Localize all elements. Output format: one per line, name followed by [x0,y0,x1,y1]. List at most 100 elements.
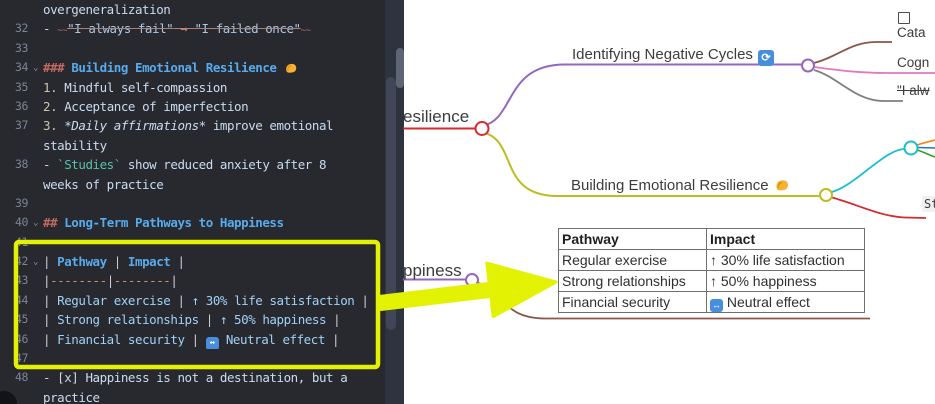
code-segment: ~~ [301,26,311,36]
editor-line[interactable]: overgeneralization [0,0,385,19]
fold-chevron-icon[interactable]: ⌄ [28,252,43,271]
code-text[interactable] [43,39,385,58]
editor-line[interactable]: 43 |--------|--------| [0,271,385,290]
code-text[interactable] [43,194,385,213]
line-number [0,175,28,194]
code-segment: | [107,254,128,269]
code-segment: - [43,21,57,36]
fold-gutter [28,233,43,252]
editor-line[interactable]: 45| Strong relationships | ↑ 50% happine… [0,310,385,329]
node-building-emotional-resilience[interactable]: Building Emotional Resilience [571,177,790,194]
task-checkbox[interactable] [898,12,910,24]
code-text[interactable]: | Financial security | ↔ Neutral effect … [43,330,385,349]
line-number: 40 [0,213,28,232]
code-text[interactable]: ### Building Emotional Resilience [43,58,385,77]
fold-gutter [28,39,43,58]
left-right-arrow-emoji: ↔ [206,337,219,349]
code-segment: Strong relationships [57,312,199,327]
code-text[interactable]: 3. *Daily affirmations* improve emotiona… [43,116,385,135]
node-catastrophizing-clipped[interactable]: Cata [897,25,926,40]
fold-gutter [28,0,43,19]
table-cell: Financial security [559,292,707,313]
editor-line[interactable]: 46 | Financial security | ↔ Neutral effec… [0,330,385,349]
editor-line[interactable]: stability [0,136,385,155]
editor-line[interactable]: 42⌄| Pathway | Impact | [0,252,385,271]
table-cell: ↑ 50% happiness [707,271,865,292]
repeat-arrows-emoji: ⟳ [758,50,774,66]
code-segment: | [43,312,57,327]
editor-line[interactable]: 47 [0,349,385,368]
code-text[interactable]: | Pathway | Impact | [43,252,385,271]
fold-gutter [28,368,43,387]
editor-scrollbar-thumb[interactable] [386,77,396,330]
code-text[interactable]: - `Studies` show reduced anxiety after 8 [43,155,385,174]
code-segment: - [x] [43,370,85,385]
line-number: 32 [0,19,28,38]
line-number: 37 [0,116,28,135]
code-segment: "I always fail" [67,21,173,36]
node-identifying-negative-cycles[interactable]: Identifying Negative Cycles ⟳ [572,46,774,66]
code-segment: ↑ 30% life satisfaction [192,293,355,308]
editor-line[interactable]: 36 2. Acceptance of imperfection [0,97,385,116]
code-text[interactable]: 1. Mindful self-compassion [43,78,385,97]
editor-line[interactable]: 351. Mindful self-compassion [0,78,385,97]
code-text[interactable]: ## Long-Term Pathways to Happiness [43,213,385,232]
preview-scrollbar-thumb[interactable] [396,48,404,88]
code-text[interactable]: 2. Acceptance of imperfection [43,97,385,116]
code-segment: | [43,254,57,269]
editor-line[interactable]: 34⌄### Building Emotional Resilience [0,58,385,77]
editor-line[interactable]: practice [0,388,385,404]
node-resilience-clipped[interactable]: esilience [403,107,469,127]
editor-line[interactable]: 37 3. *Daily affirmations* improve emotio… [0,116,385,135]
code-text[interactable] [43,349,385,368]
node-studies-clipped[interactable]: St [922,196,935,212]
code-text[interactable]: - [x] Happiness is not a destination, bu… [43,368,385,387]
line-number [0,136,28,155]
pathway-impact-table: Pathway Impact Regular exercise ↑ 30% li… [558,228,865,313]
editor-line[interactable]: 40⌄## Long-Term Pathways to Happiness [0,213,385,232]
code-text[interactable]: | Strong relationships | ↑ 50% happiness… [43,310,385,329]
code-text[interactable]: - ~~"I always fail" → "I failed once"~~ [43,19,385,38]
code-text[interactable]: | Regular exercise | ↑ 30% life satisfac… [43,291,385,310]
fold-gutter [28,19,43,38]
code-segment: | [185,332,206,347]
code-segment: Acceptance of imperfection [64,99,248,114]
code-text[interactable] [43,233,385,252]
editor-line[interactable]: 48- [x] Happiness is not a destination, … [0,368,385,387]
editor-line[interactable]: 38- `Studies` show reduced anxiety after… [0,155,385,174]
app-window: overgeneralization32- ~~"I always fail" … [0,0,935,404]
table-header-pathway: Pathway [559,229,707,250]
code-segment: | [325,332,339,347]
code-segment: Financial security [57,332,184,347]
node-identifying-label: Identifying Negative Cycles [572,46,753,63]
code-text[interactable]: practice [43,388,385,404]
node-cognitive-clipped[interactable]: Cogn [897,55,929,70]
code-segment: show reduced anxiety after 8 [121,157,326,172]
code-segment: Impact [128,254,170,269]
line-number: 36 [0,97,28,116]
table-row: Strong relationships ↑ 50% happiness [559,271,865,292]
editor-line[interactable]: 33 [0,39,385,58]
code-segment: 3. [43,118,64,133]
code-segment: Regular exercise [57,293,170,308]
code-text[interactable]: stability [43,136,385,155]
line-number: 33 [0,39,28,58]
node-i-always-fail-clipped[interactable]: "I alw [897,83,930,98]
node-happiness-clipped[interactable]: ppiness [403,261,462,281]
editor-line[interactable]: 39 [0,194,385,213]
editor-line[interactable]: 41 [0,233,385,252]
code-text[interactable]: |--------|--------| [43,271,385,290]
line-number: 44 [0,291,28,310]
line-number: 43 [0,271,28,290]
code-text[interactable]: overgeneralization [43,0,385,19]
line-number: 46 [0,330,28,349]
markdown-editor[interactable]: overgeneralization32- ~~"I always fail" … [0,0,385,404]
editor-line[interactable]: weeks of practice [0,175,385,194]
code-segment: practice [43,390,100,404]
editor-line[interactable]: 32- ~~"I always fail" → "I failed once"~… [0,19,385,38]
fold-chevron-icon[interactable]: ⌄ [28,58,43,77]
fold-chevron-icon[interactable]: ⌄ [28,213,43,232]
fold-gutter [28,271,43,290]
code-text[interactable]: weeks of practice [43,175,385,194]
editor-line[interactable]: 44 | Regular exercise | ↑ 30% life satisf… [0,291,385,310]
